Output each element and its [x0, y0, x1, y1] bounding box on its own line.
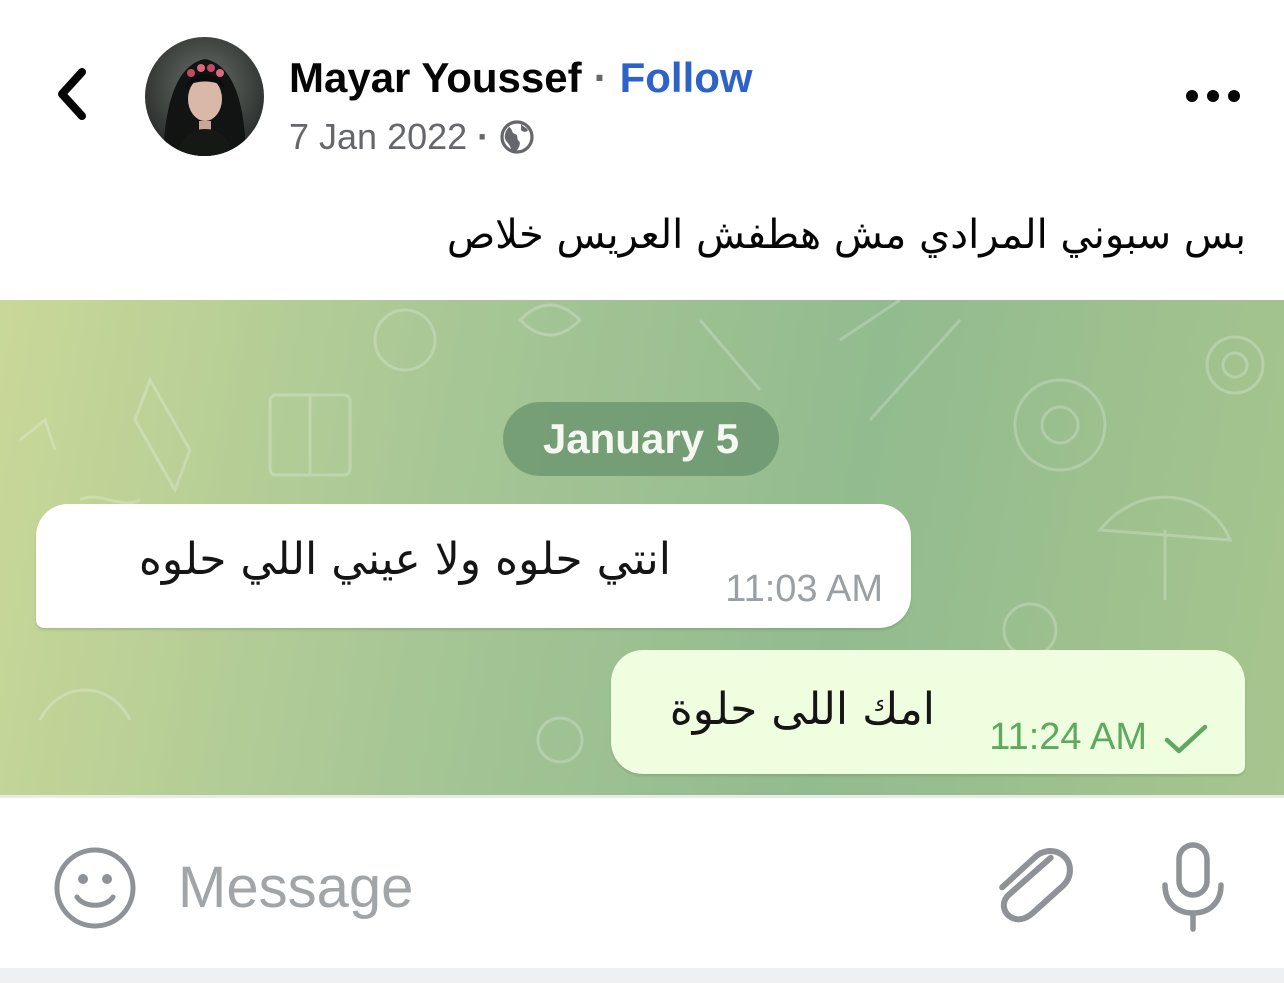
- avatar-image: [145, 37, 264, 156]
- check-icon: [1164, 724, 1208, 754]
- incoming-message-time: 11:03 AM: [725, 568, 883, 610]
- chat-date-separator: January 5: [503, 402, 779, 476]
- message-input-bar: [0, 795, 1284, 968]
- chevron-left-icon: [58, 68, 86, 120]
- outgoing-message-bubble[interactable]: امك اللى حلوة 11:24 AM: [611, 650, 1245, 774]
- author-line: Mayar Youssef · Follow: [289, 52, 753, 104]
- post-divider: [0, 968, 1284, 983]
- separator-dot: ·: [593, 54, 608, 101]
- author-name[interactable]: Mayar Youssef: [289, 54, 582, 102]
- message-input[interactable]: [178, 849, 938, 925]
- more-options-button[interactable]: [1178, 70, 1248, 122]
- more-dots-icon: [1186, 90, 1240, 102]
- author-avatar[interactable]: [145, 37, 264, 156]
- outgoing-message-time: 11:24 AM: [989, 716, 1147, 758]
- follow-button[interactable]: Follow: [620, 54, 753, 102]
- microphone-icon[interactable]: [1155, 839, 1231, 935]
- post-image[interactable]: January 5 انتي حلوه ولا عيني اللي حلوه 1…: [0, 300, 1284, 968]
- outgoing-message-text: امك اللى حلوة: [669, 684, 935, 735]
- incoming-message-text: انتي حلوه ولا عيني اللي حلوه: [138, 534, 671, 585]
- chat-background: January 5 انتي حلوه ولا عيني اللي حلوه 1…: [0, 300, 1284, 795]
- smiley-icon[interactable]: [52, 845, 138, 931]
- post-header: Mayar Youssef · Follow 7 Jan 2022 · بس س…: [0, 0, 1284, 300]
- meta-separator-dot: ·: [477, 116, 490, 157]
- post-caption: بس سبوني المرادي مش هطفش العريس خلاص: [446, 212, 1246, 258]
- paperclip-icon[interactable]: [985, 835, 1073, 931]
- back-button[interactable]: [46, 62, 98, 126]
- globe-icon: [500, 120, 534, 154]
- post-meta: 7 Jan 2022 ·: [289, 112, 535, 162]
- incoming-message-bubble[interactable]: انتي حلوه ولا عيني اللي حلوه 11:03 AM: [36, 504, 911, 628]
- input-bar-divider: [0, 795, 1284, 798]
- post-date[interactable]: 7 Jan 2022: [289, 116, 467, 158]
